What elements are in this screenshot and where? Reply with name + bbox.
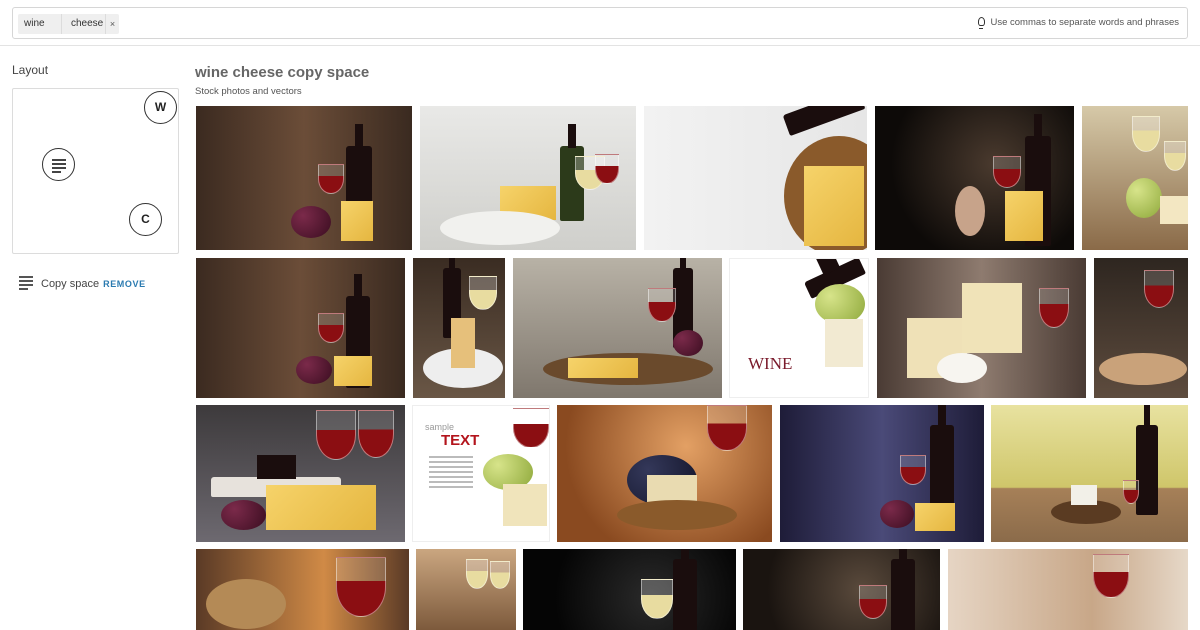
remove-copy-space-link[interactable]: REMOVE xyxy=(103,279,146,289)
photo-tile[interactable] xyxy=(196,258,405,398)
wine-marker[interactable]: W xyxy=(144,91,177,124)
photo-caption: WINE xyxy=(748,354,793,373)
photo-tile[interactable] xyxy=(948,549,1188,630)
photo-caption: sample xyxy=(425,422,455,432)
photo-tile[interactable] xyxy=(196,549,409,630)
cheese-marker[interactable]: C xyxy=(129,203,162,236)
photo-tile[interactable] xyxy=(991,405,1188,542)
text-lines-icon xyxy=(19,276,33,292)
photo-tile[interactable]: sample TEXT xyxy=(412,405,550,542)
lightbulb-icon xyxy=(978,17,986,29)
photo-tile[interactable] xyxy=(1094,258,1188,398)
hint-text: Use commas to separate words and phrases xyxy=(990,17,1179,28)
copy-space-filter: Copy space REMOVE xyxy=(19,276,146,292)
photo-tile[interactable] xyxy=(743,549,940,630)
tag-label: wine xyxy=(24,18,45,29)
photo-tile[interactable] xyxy=(1082,106,1188,250)
tag-chip-cheese[interactable]: cheese × xyxy=(65,14,119,34)
copy-space-marker[interactable] xyxy=(42,148,75,181)
copy-space-label: Copy space xyxy=(41,277,100,290)
layout-canvas[interactable]: W C xyxy=(12,88,179,254)
photo-tile[interactable] xyxy=(780,405,984,542)
results-subtitle: Stock photos and vectors xyxy=(195,86,302,97)
search-hint: Use commas to separate words and phrases xyxy=(978,17,1179,29)
remove-tag-icon[interactable]: × xyxy=(105,14,119,34)
results-title: wine cheese copy space xyxy=(195,64,370,81)
photo-tile[interactable]: WINE xyxy=(729,258,869,398)
photo-tile[interactable] xyxy=(196,106,412,250)
photo-tile[interactable] xyxy=(413,258,505,398)
photo-tile[interactable] xyxy=(416,549,516,630)
photo-tile[interactable] xyxy=(875,106,1074,250)
search-bar: wine × cheese × Use commas to separate w… xyxy=(0,0,1200,46)
text-lines-icon xyxy=(52,159,66,175)
photo-caption: TEXT xyxy=(441,432,480,449)
search-input[interactable]: wine × cheese × Use commas to separate w… xyxy=(12,7,1188,39)
photo-tile[interactable] xyxy=(557,405,772,542)
photo-tile[interactable] xyxy=(877,258,1086,398)
placeholder-text-lines xyxy=(429,456,473,491)
photo-tile[interactable] xyxy=(420,106,636,250)
photo-tile[interactable] xyxy=(523,549,736,630)
tag-label: cheese xyxy=(71,18,104,29)
photo-tile[interactable] xyxy=(513,258,722,398)
photo-tile[interactable] xyxy=(644,106,867,250)
layout-heading: Layout xyxy=(12,63,49,77)
photo-tile[interactable] xyxy=(196,405,405,542)
